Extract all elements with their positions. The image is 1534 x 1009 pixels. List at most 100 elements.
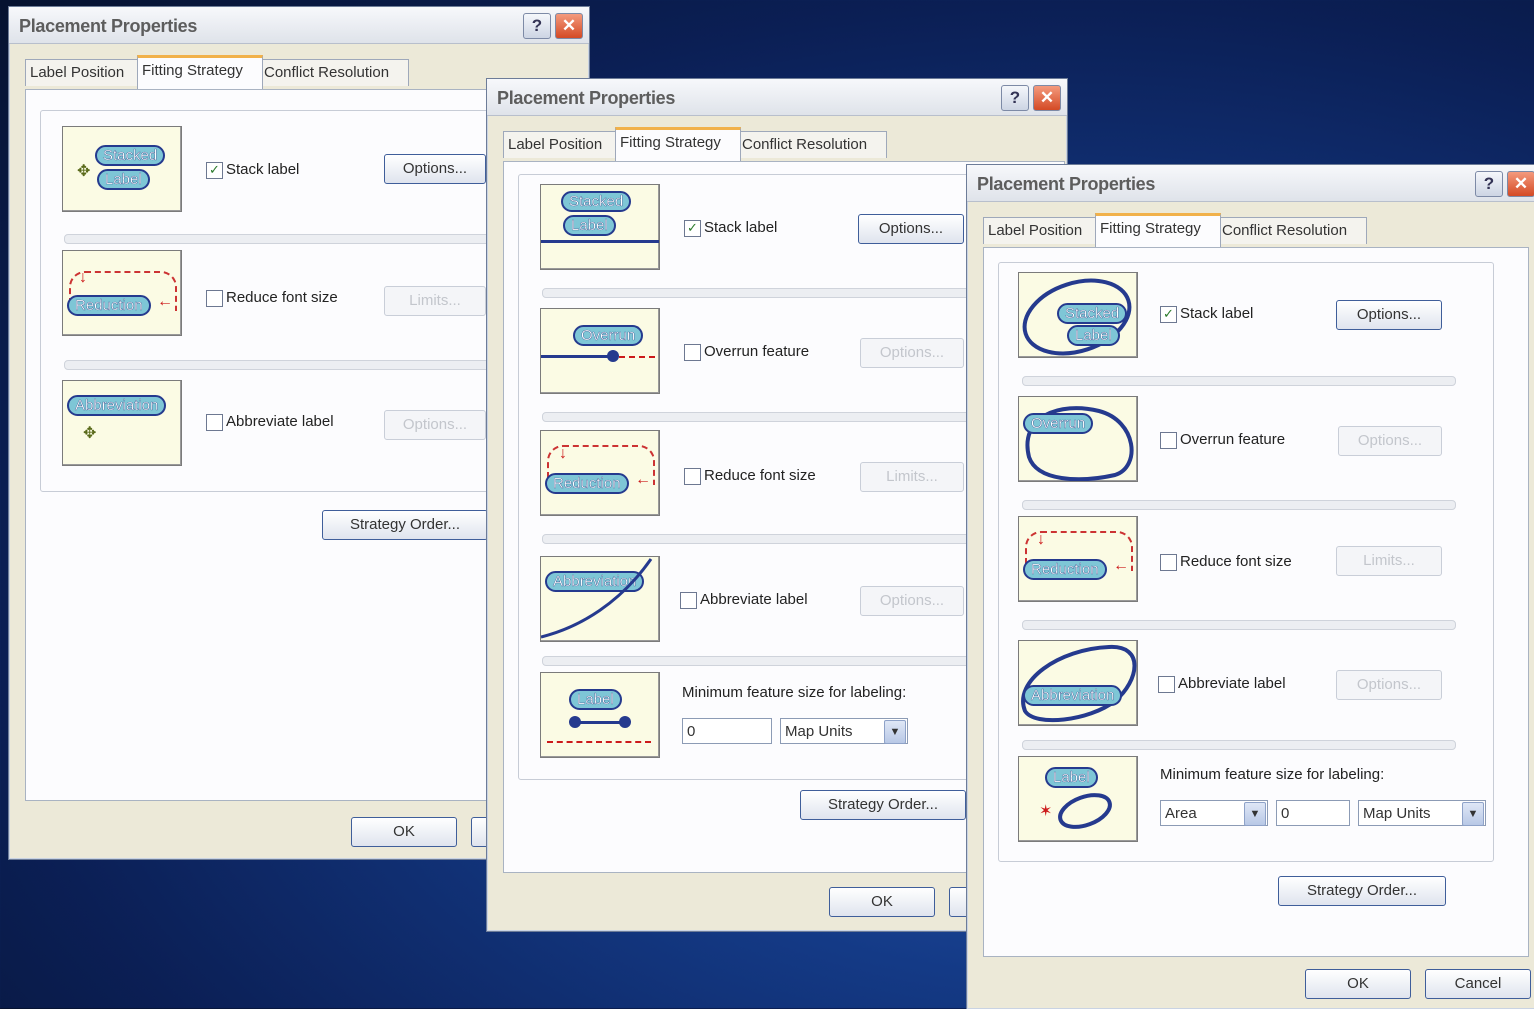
abbreviate-label-text: Abbreviate label [700, 591, 808, 608]
stack-label-checkbox[interactable]: ✓ [1160, 306, 1177, 323]
options-button[interactable]: Options... [860, 586, 964, 616]
abbreviate-label-text: Abbreviate label [1178, 675, 1286, 692]
dropdown-arrow-icon[interactable]: ▼ [1244, 802, 1266, 826]
minimum-extent [547, 741, 651, 743]
reduction-arrow-icon: ↓ [79, 269, 87, 286]
options-button[interactable]: Options... [860, 338, 964, 368]
reduce-font-size-text: Reduce font size [226, 289, 338, 306]
options-button[interactable]: Options... [384, 410, 486, 440]
tab-label-position[interactable]: Label Position [503, 131, 619, 158]
tab-label-position[interactable]: Label Position [983, 217, 1099, 244]
limits-button[interactable]: Limits... [384, 286, 486, 316]
preview-label: Label [97, 169, 150, 190]
close-button[interactable]: ✕ [1507, 171, 1534, 197]
reduction-arrow-icon: ← [635, 471, 651, 488]
options-button[interactable]: Options... [1338, 426, 1442, 456]
preview-label: Reduction [67, 295, 151, 316]
preview-label: Stacked [1057, 303, 1128, 324]
preview-label: Abbreviation [1023, 685, 1123, 706]
ok-button[interactable]: OK [351, 817, 457, 847]
line-feature [541, 355, 613, 358]
ok-button[interactable]: OK [1305, 969, 1411, 999]
abbreviate-label-checkbox[interactable] [1158, 676, 1175, 693]
overrun-feature-text: Overrun feature [704, 343, 810, 360]
overrun-extent [619, 356, 655, 358]
cancel-button[interactable]: Cancel [1425, 969, 1531, 999]
reduce-font-size-checkbox[interactable] [206, 290, 223, 307]
min-size-input[interactable]: 0 [1276, 800, 1350, 826]
reduction-arrow-icon: ← [1113, 557, 1129, 574]
title-bar: Placement Properties ? ✕ [967, 165, 1534, 202]
options-button[interactable]: Options... [858, 214, 964, 244]
separator [1022, 500, 1456, 510]
reduction-arrow-icon: ↓ [559, 445, 567, 462]
abbreviate-label-checkbox[interactable] [206, 414, 223, 431]
units-select[interactable]: Map Units ▼ [1358, 800, 1486, 826]
min-size-input[interactable]: 0 [682, 718, 772, 744]
tab-conflict-resolution[interactable]: Conflict Resolution [259, 59, 409, 86]
abbreviation-preview: Abbreviation [1018, 640, 1138, 726]
tab-conflict-resolution[interactable]: Conflict Resolution [1217, 217, 1367, 244]
limits-button[interactable]: Limits... [860, 462, 964, 492]
polygon-feature [1021, 644, 1137, 723]
stack-label-checkbox[interactable]: ✓ [684, 220, 701, 237]
preview-label: Reduction [1023, 559, 1107, 580]
tab-fitting-strategy[interactable]: Fitting Strategy [1095, 213, 1221, 247]
dialog-title: Placement Properties [977, 174, 1156, 194]
options-button[interactable]: Options... [384, 154, 486, 184]
reduce-font-size-text: Reduce font size [1180, 553, 1292, 570]
dropdown-arrow-icon[interactable]: ▼ [884, 720, 906, 744]
options-button[interactable]: Options... [1336, 300, 1442, 330]
tab-conflict-resolution[interactable]: Conflict Resolution [737, 131, 887, 158]
stack-label-checkbox[interactable]: ✓ [206, 162, 223, 179]
close-button[interactable]: ✕ [1033, 85, 1061, 111]
stack-label-text: Stack label [226, 161, 300, 178]
abbreviation-preview: Abbreviation ✥ [62, 380, 182, 466]
options-button[interactable]: Options... [1336, 670, 1442, 700]
strategy-order-button[interactable]: Strategy Order... [1278, 876, 1446, 906]
measure-value: Area [1165, 805, 1197, 822]
reduction-arrow-icon: ← [157, 293, 173, 310]
overrun-preview: Overrun [1018, 396, 1138, 482]
minimum-size-preview: Label [540, 672, 660, 758]
preview-label: Reduction [545, 473, 629, 494]
abbreviate-label-checkbox[interactable] [680, 592, 697, 609]
reduce-font-size-text: Reduce font size [704, 467, 816, 484]
help-button[interactable]: ? [523, 13, 551, 39]
stacked-label-preview: Stacked Label [540, 184, 660, 270]
ok-button[interactable]: OK [829, 887, 935, 917]
min-feature-size-label: Minimum feature size for labeling: [682, 684, 907, 701]
line-feature [575, 721, 625, 724]
tab-fitting-strategy[interactable]: Fitting Strategy [137, 55, 263, 89]
overrun-feature-text: Overrun feature [1180, 431, 1286, 448]
dropdown-arrow-icon[interactable]: ▼ [1462, 802, 1484, 826]
overrun-preview: Overrun [540, 308, 660, 394]
overrun-feature-checkbox[interactable] [684, 344, 701, 361]
stack-label-text: Stack label [1180, 305, 1254, 322]
close-button[interactable]: ✕ [555, 13, 583, 39]
help-button[interactable]: ? [1001, 85, 1029, 111]
reduce-font-size-checkbox[interactable] [1160, 554, 1177, 571]
help-button[interactable]: ? [1475, 171, 1503, 197]
preview-label: Label [569, 689, 622, 710]
units-select[interactable]: Map Units ▼ [780, 718, 908, 744]
units-value: Map Units [1363, 805, 1431, 822]
tab-label-position[interactable]: Label Position [25, 59, 141, 86]
preview-label: Overrun [573, 325, 644, 346]
title-bar: Placement Properties ? ✕ [9, 7, 589, 44]
preview-label: Stacked [561, 191, 632, 212]
reduce-font-size-checkbox[interactable] [684, 468, 701, 485]
overrun-feature-checkbox[interactable] [1160, 432, 1177, 449]
point-feature-icon: ✥ [83, 425, 97, 442]
tab-fitting-strategy[interactable]: Fitting Strategy [615, 127, 741, 161]
min-feature-size-label: Minimum feature size for labeling: [1160, 766, 1385, 783]
preview-label: Stacked [95, 145, 166, 166]
strategy-order-button[interactable]: Strategy Order... [800, 790, 966, 820]
limits-button[interactable]: Limits... [1336, 546, 1442, 576]
minimum-size-preview: Label ✶ [1018, 756, 1138, 842]
strategy-order-button[interactable]: Strategy Order... [322, 510, 488, 540]
separator [1022, 620, 1456, 630]
units-value: Map Units [785, 723, 853, 740]
measure-select[interactable]: Area ▼ [1160, 800, 1268, 826]
line-feature [541, 240, 659, 243]
